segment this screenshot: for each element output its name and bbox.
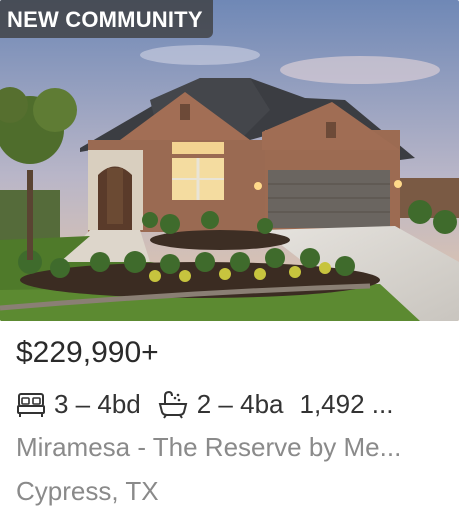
beds-spec: 3 – 4bd	[16, 389, 141, 420]
sqft-value: 1,492 ...	[299, 388, 394, 419]
new-community-badge: NEW COMMUNITY	[0, 0, 213, 38]
community-name[interactable]: Miramesa - The Reserve by Me...	[16, 432, 446, 463]
listing-photo[interactable]: NEW COMMUNITY	[0, 0, 459, 321]
listing-price: $229,990+	[16, 336, 159, 369]
listing-location: Cypress, TX	[16, 476, 159, 506]
baths-spec: 2 – 4ba	[157, 389, 284, 420]
baths-value: 2 – 4ba	[196, 388, 284, 419]
listing-specs: 3 – 4bd 2 – 4ba 1,492 ...	[16, 386, 456, 422]
bed-icon	[17, 393, 45, 417]
bathtub-icon	[158, 390, 188, 419]
beds-value: 3 – 4bd	[54, 388, 141, 419]
sqft-spec: 1,492 ...	[300, 389, 394, 420]
listing-card[interactable]: NEW COMMUNITY $229,990+ 3 – 4bd 2 – 4ba …	[0, 0, 459, 524]
